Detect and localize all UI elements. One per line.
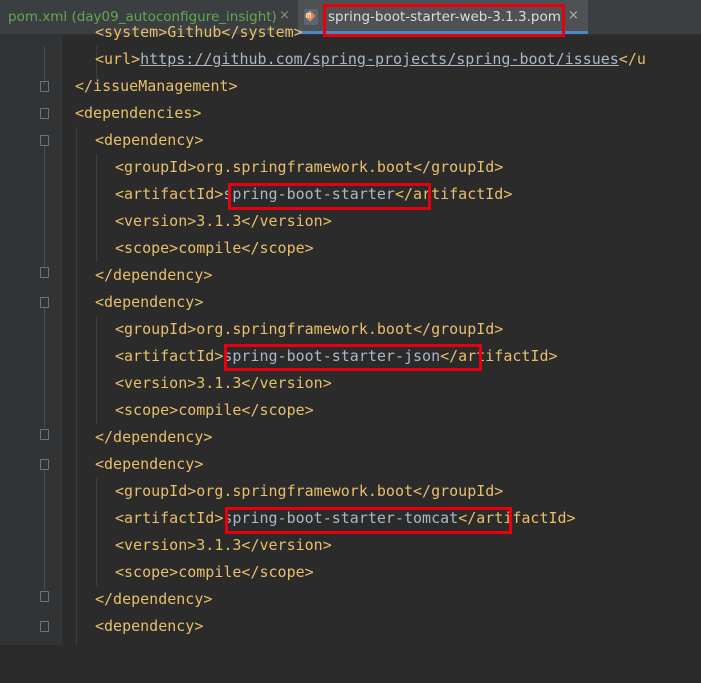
code-line: </dependency> [95,428,213,446]
code-line: <version>3.1.3</version> [115,374,332,392]
fold-expand-icon[interactable] [40,297,49,308]
fold-line [44,46,45,84]
code-line: <groupId>org.springframework.boot</group… [115,158,504,176]
fold-collapse-icon[interactable] [40,429,49,440]
code-line: <artifactId>spring-boot-starter-json</ar… [115,347,558,365]
code-line: <artifactId>spring-boot-starter-tomcat</… [115,509,576,527]
fold-collapse-icon[interactable] [40,81,49,92]
issues-link[interactable]: https://github.com/spring-projects/sprin… [140,50,619,68]
artifact-value: spring-boot-starter-json [223,347,441,365]
code-line: <dependency> [95,455,204,473]
fold-expand-icon[interactable] [40,621,49,632]
fold-expand-icon[interactable] [40,108,49,119]
code-line: <scope>compile</scope> [115,563,314,581]
artifact-value: spring-boot-starter-tomcat [223,509,459,527]
code-line: <version>3.1.3</version> [115,212,332,230]
fold-line [44,146,45,266]
maven-pom-icon: m [304,9,318,25]
close-icon[interactable]: × [568,8,579,23]
code-line: <dependency> [95,131,204,149]
gutter-divider [62,35,63,645]
code-line: <dependency> [95,293,204,311]
code-line: <dependency> [95,617,204,635]
fold-expand-icon[interactable] [40,459,49,470]
code-line: </issueManagement> [75,77,238,95]
code-line: <artifactId>spring-boot-starter</artifac… [115,185,513,203]
code-line: <dependencies> [75,104,202,122]
artifact-value: spring-boot-starter [223,185,395,203]
code-line: <scope>compile</scope> [115,239,314,257]
code-line: </dependency> [95,266,213,284]
fold-expand-icon[interactable] [40,135,49,146]
code-editor[interactable]: <system>Github</system> <url>https://git… [75,23,701,645]
code-line: <groupId>org.springframework.boot</group… [115,320,504,338]
fold-collapse-icon[interactable] [40,267,49,278]
editor-gutter [0,35,62,645]
code-line: <groupId>org.springframework.boot</group… [115,482,504,500]
tab-label: spring-boot-starter-web-3.1.3.pom [328,9,561,25]
tab-spring-boot-starter-web-pom[interactable]: m spring-boot-starter-web-3.1.3.pom × [298,0,588,34]
code-line: </dependency> [95,590,213,608]
code-line: <url>https://github.com/spring-projects/… [95,50,646,68]
fold-line [44,308,45,428]
fold-line [44,470,45,590]
code-line: <version>3.1.3</version> [115,536,332,554]
fold-collapse-icon[interactable] [40,591,49,602]
code-line: <scope>compile</scope> [115,401,314,419]
code-line: <system>Github</system> [95,23,303,41]
